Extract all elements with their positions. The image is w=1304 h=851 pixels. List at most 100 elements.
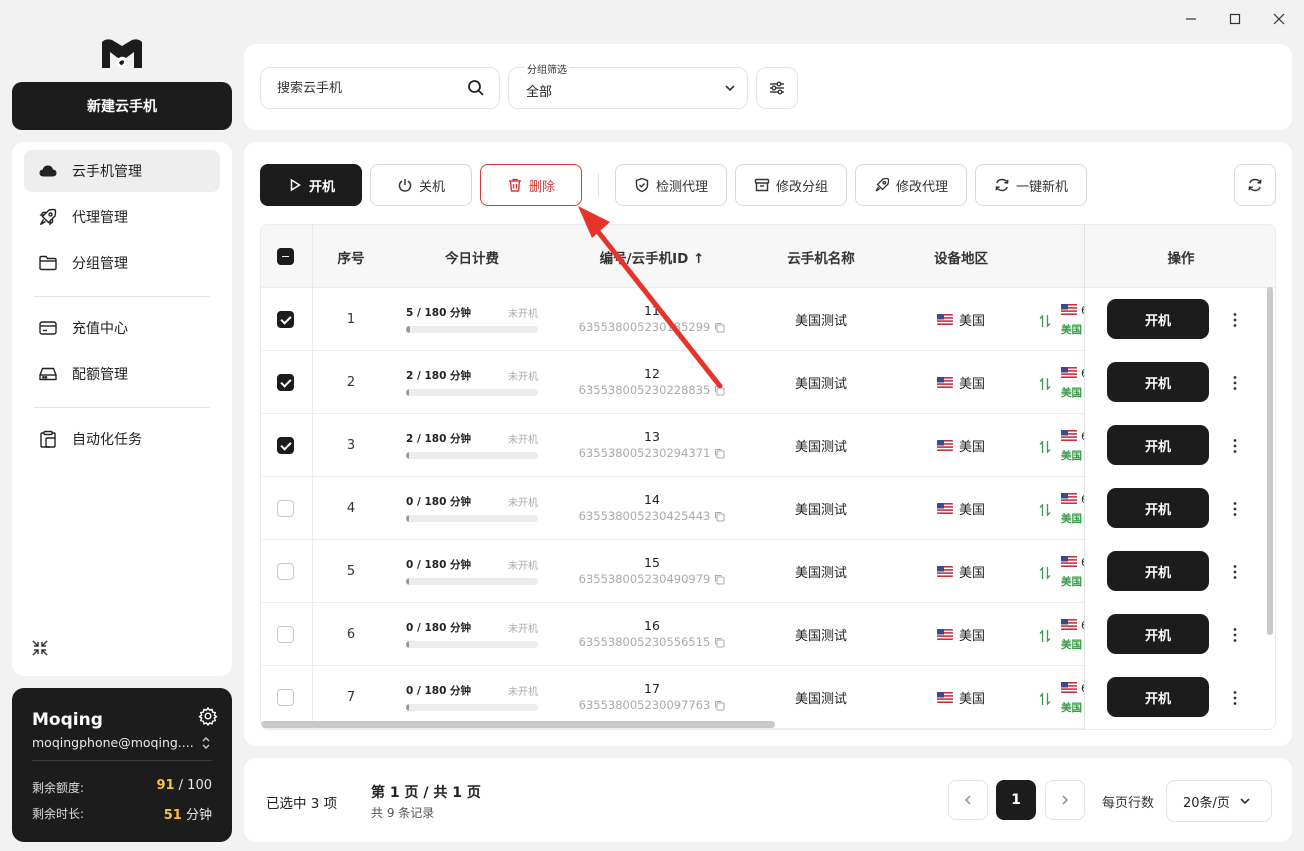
copy-icon[interactable] (714, 322, 725, 333)
header-name[interactable]: 云手机名称 (761, 225, 881, 288)
table-row[interactable]: 40 / 180 分钟 未开机 14 635538005230425443 美国测试 美国… (261, 477, 1275, 540)
prev-page-button[interactable] (948, 780, 988, 820)
power-status: 未开机 (508, 372, 538, 383)
check-proxy-button[interactable]: 检测代理 (615, 164, 727, 206)
more-vertical-icon[interactable] (1225, 562, 1245, 582)
row-checkbox[interactable] (277, 500, 294, 517)
chevron-up-down-icon[interactable] (200, 735, 212, 751)
gear-icon[interactable] (198, 706, 218, 726)
phone-id: 635538005230097763 (578, 698, 711, 712)
transfer-icon (1039, 503, 1051, 517)
copy-icon[interactable] (714, 511, 725, 522)
filter-settings-button[interactable] (756, 67, 798, 109)
group-filter-select[interactable]: 分组筛选 全部 (508, 61, 748, 109)
row-checkbox[interactable] (277, 563, 294, 580)
table-row[interactable]: 50 / 180 分钟 未开机 15 635538005230490979 美国测试 美国… (261, 540, 1275, 603)
table-row[interactable]: 32 / 180 分钟 未开机 13 635538005230294371 美国测试 美国… (261, 414, 1275, 477)
sidebar-item-quota[interactable]: 配额管理 (24, 353, 220, 395)
time-label: 剩余时长: (32, 807, 85, 821)
row-checkbox[interactable] (277, 437, 294, 454)
header-fee[interactable]: 今日计费 (406, 225, 538, 288)
table-row[interactable]: 22 / 180 分钟 未开机 12 635538005230228835 美国测试 美国… (261, 351, 1275, 414)
quota-value: 91 / 100 (156, 778, 212, 793)
more-vertical-icon[interactable] (1225, 625, 1245, 645)
fee-progress-bar (406, 578, 538, 585)
vertical-scrollbar[interactable] (1267, 287, 1273, 635)
refresh-button[interactable] (1234, 164, 1276, 206)
table-row[interactable]: 70 / 180 分钟 未开机 17 635538005230097763 美国测试 美国… (261, 666, 1275, 729)
sidebar-item-automation[interactable]: 自动化任务 (24, 418, 220, 460)
table-row[interactable]: 15 / 180 分钟 未开机 11 635538005230185299 美国测试 美国… (261, 288, 1275, 351)
search-input[interactable] (277, 80, 457, 96)
id-cell: 13 635538005230294371 (557, 429, 747, 460)
select-all-checkbox[interactable] (277, 248, 294, 265)
next-page-button[interactable] (1045, 780, 1085, 820)
sidebar-item-recharge[interactable]: 充值中心 (24, 307, 220, 349)
copy-icon[interactable] (714, 574, 725, 585)
more-vertical-icon[interactable] (1225, 688, 1245, 708)
delete-button[interactable]: 删除 (480, 164, 582, 206)
us-flag-icon (936, 440, 953, 451)
phone-name: 美国测试 (794, 692, 847, 707)
fee-usage: 0 / 180 分钟 (406, 496, 472, 508)
row-start-button[interactable]: 开机 (1107, 425, 1209, 465)
page-1-button[interactable]: 1 (996, 780, 1036, 820)
group-filter-label: 分组筛选 (525, 61, 569, 76)
maximize-icon[interactable] (1220, 8, 1250, 30)
more-vertical-icon[interactable] (1225, 499, 1245, 519)
rocket-icon (38, 207, 58, 227)
sidebar-item-label: 代理管理 (72, 210, 128, 226)
minimize-icon[interactable] (1176, 8, 1206, 30)
row-start-button[interactable]: 开机 (1107, 362, 1209, 402)
sidebar-item-proxy[interactable]: 代理管理 (24, 196, 220, 238)
proxy-region: 美国 (1061, 513, 1082, 525)
header-region[interactable]: 设备地区 (911, 225, 1011, 288)
copy-icon[interactable] (714, 385, 725, 396)
more-vertical-icon[interactable] (1225, 310, 1245, 330)
row-start-button[interactable]: 开机 (1107, 551, 1209, 591)
more-vertical-icon[interactable] (1225, 436, 1245, 456)
row-checkbox[interactable] (277, 311, 294, 328)
header-id[interactable]: 编号/云手机ID ↑ (557, 225, 747, 288)
copy-icon[interactable] (714, 448, 725, 459)
sidebar-item-cloud-phone[interactable]: 云手机管理 (24, 150, 220, 192)
collapse-icon[interactable] (30, 638, 50, 658)
table-row[interactable]: 60 / 180 分钟 未开机 16 635538005230556515 美国测试 美国… (261, 603, 1275, 666)
start-button[interactable]: 开机 (260, 164, 362, 206)
fee-progress-bar (406, 389, 538, 396)
transfer-icon (1039, 440, 1051, 454)
sidebar-item-group[interactable]: 分组管理 (24, 242, 220, 284)
close-icon[interactable] (1264, 8, 1294, 30)
more-vertical-icon[interactable] (1225, 373, 1245, 393)
row-start-button[interactable]: 开机 (1107, 299, 1209, 339)
transfer-icon (1039, 629, 1051, 643)
horizontal-scrollbar[interactable] (261, 721, 775, 728)
edit-proxy-button[interactable]: 修改代理 (855, 164, 967, 206)
stop-button[interactable]: 关机 (370, 164, 472, 206)
power-status: 未开机 (508, 309, 538, 320)
search-icon[interactable] (467, 79, 485, 97)
id-cell: 12 635538005230228835 (557, 366, 747, 397)
row-start-button[interactable]: 开机 (1107, 614, 1209, 654)
action-cell: 开机 (1085, 540, 1275, 603)
row-checkbox[interactable] (277, 626, 294, 643)
proxy-region: 美国 (1061, 576, 1082, 588)
proxy-cell: 6美国 (1039, 302, 1085, 338)
us-flag-icon (1061, 619, 1077, 630)
id-cell: 11 635538005230185299 (557, 303, 747, 334)
row-start-button[interactable]: 开机 (1107, 677, 1209, 717)
region-label: 美国 (958, 440, 985, 455)
action-cell: 开机 (1085, 288, 1275, 351)
one-click-new-button[interactable]: 一键新机 (975, 164, 1087, 206)
transfer-icon (1039, 314, 1051, 328)
proxy-cell: 6美国 (1039, 680, 1085, 716)
header-index[interactable]: 序号 (313, 225, 389, 288)
row-start-button[interactable]: 开机 (1107, 488, 1209, 528)
row-checkbox[interactable] (277, 374, 294, 391)
copy-icon[interactable] (714, 637, 725, 648)
edit-group-button[interactable]: 修改分组 (735, 164, 847, 206)
copy-icon[interactable] (714, 700, 725, 711)
new-cloud-phone-button[interactable]: 新建云手机 (12, 82, 232, 130)
row-checkbox[interactable] (277, 689, 294, 706)
rows-per-page-select[interactable]: 20条/页 (1166, 780, 1272, 822)
